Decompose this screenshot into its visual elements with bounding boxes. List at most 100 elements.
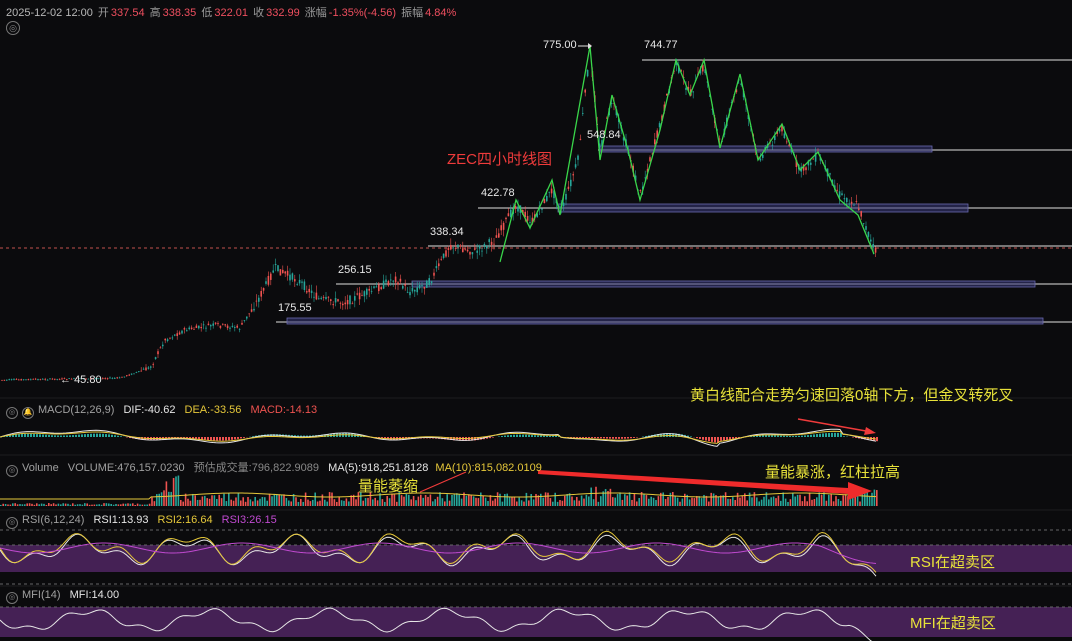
volume-bar	[588, 496, 590, 506]
volume-bar	[168, 491, 170, 506]
volume-bar	[669, 492, 672, 506]
volume-bar	[804, 496, 806, 506]
volume-ma10: MA(10):815,082.0109	[435, 462, 542, 474]
volume-bar	[429, 494, 432, 506]
macd-visibility-icon[interactable]: ◎	[6, 407, 18, 419]
candle-body	[279, 269, 282, 276]
macd-bar	[42, 434, 44, 437]
candle-body	[476, 250, 478, 253]
volume-bar	[561, 500, 564, 506]
candle-body	[217, 323, 219, 325]
volume-bar	[664, 499, 667, 506]
volume-bar	[316, 501, 319, 506]
volume-bar	[650, 496, 652, 506]
volume-bar	[74, 504, 76, 506]
volume-bar	[228, 493, 230, 506]
macd-bar	[585, 437, 587, 439]
volume-bar	[148, 503, 151, 506]
macd-bar	[825, 433, 827, 437]
rsi-visibility-icon[interactable]: ◎	[6, 517, 18, 529]
volume-bar	[468, 494, 470, 506]
volume-bar	[458, 494, 460, 506]
macd-bar	[627, 437, 629, 439]
candle-body	[109, 377, 111, 379]
candle-body	[202, 324, 205, 326]
candle-body	[426, 280, 428, 288]
candle-body	[848, 203, 850, 205]
candle-body	[872, 243, 874, 248]
candle-body	[104, 378, 106, 380]
volume-bar	[388, 498, 391, 506]
volume-bar	[376, 500, 379, 506]
candle-body	[241, 322, 243, 325]
price-chart-canvas[interactable]	[0, 0, 1072, 641]
macd-bar	[795, 435, 797, 437]
candle-body	[145, 367, 147, 371]
volume-bar	[12, 503, 14, 506]
volume-bar	[276, 494, 278, 506]
candle-body	[351, 303, 354, 305]
volume-bar	[441, 498, 444, 506]
candle-body	[483, 243, 486, 246]
macd-bar	[594, 437, 596, 439]
volume-bar	[535, 493, 537, 506]
volume-bar	[554, 492, 556, 506]
mfi-visibility-icon[interactable]: ◎	[6, 592, 18, 604]
volume-bar	[278, 494, 280, 506]
chart-title: ZEC四小时线图	[447, 151, 553, 168]
volume-bar	[252, 501, 254, 506]
macd-alert-icon[interactable]: 🔔	[22, 407, 34, 419]
volume-bar	[633, 493, 636, 506]
volume-bar	[556, 501, 559, 506]
volume-bar	[345, 498, 348, 506]
candle-body	[286, 270, 289, 276]
candle-body	[212, 323, 214, 326]
candle-body	[186, 330, 188, 332]
candle-body	[786, 141, 788, 143]
candle-body	[841, 193, 843, 196]
volume-bar	[196, 499, 199, 506]
volume-bar	[818, 492, 820, 506]
macd-arrow-head	[864, 427, 876, 435]
high-value: 338.35	[162, 7, 197, 19]
candle-body	[579, 138, 582, 140]
candle-body	[387, 281, 390, 286]
volume-bar	[235, 497, 237, 506]
volume-bar	[136, 503, 139, 506]
volume-bar	[516, 501, 518, 506]
candle-body	[181, 330, 183, 334]
candle-body	[171, 337, 174, 339]
candle-body	[210, 325, 212, 327]
candle-body	[565, 193, 567, 200]
candle-body	[166, 339, 169, 342]
close-value: 332.99	[266, 7, 300, 19]
candle-body	[277, 265, 279, 272]
macd-bar	[114, 435, 116, 437]
macd-bar	[804, 435, 806, 437]
volume-bar	[549, 498, 552, 506]
candle-body	[478, 245, 481, 249]
volume-bar	[830, 493, 832, 506]
candle-body	[152, 363, 154, 365]
candle-body	[337, 299, 339, 302]
candle-body	[330, 299, 332, 301]
macd-bar	[498, 436, 500, 437]
volume-bar	[504, 493, 506, 506]
price-label-548: 548.84	[587, 129, 621, 141]
macd-bar	[66, 435, 68, 437]
volume-bar	[729, 499, 732, 506]
volume-bar	[801, 501, 804, 506]
volume-bar	[31, 503, 33, 506]
mfi-name: MFI(14)	[22, 589, 61, 601]
volume-bar	[628, 492, 631, 506]
volume-bar	[343, 500, 345, 506]
mfi-zone-label: MFI在超卖区	[910, 615, 996, 632]
candle-body	[274, 263, 277, 266]
visibility-toggle-icon[interactable]: ◎	[6, 21, 20, 35]
change-label: 涨幅	[304, 7, 327, 19]
candle-body	[855, 201, 858, 202]
volume-bar	[400, 495, 403, 506]
volume-visibility-icon[interactable]: ◎	[6, 465, 18, 477]
volume-bar	[321, 494, 324, 506]
volume-bar	[331, 492, 333, 506]
